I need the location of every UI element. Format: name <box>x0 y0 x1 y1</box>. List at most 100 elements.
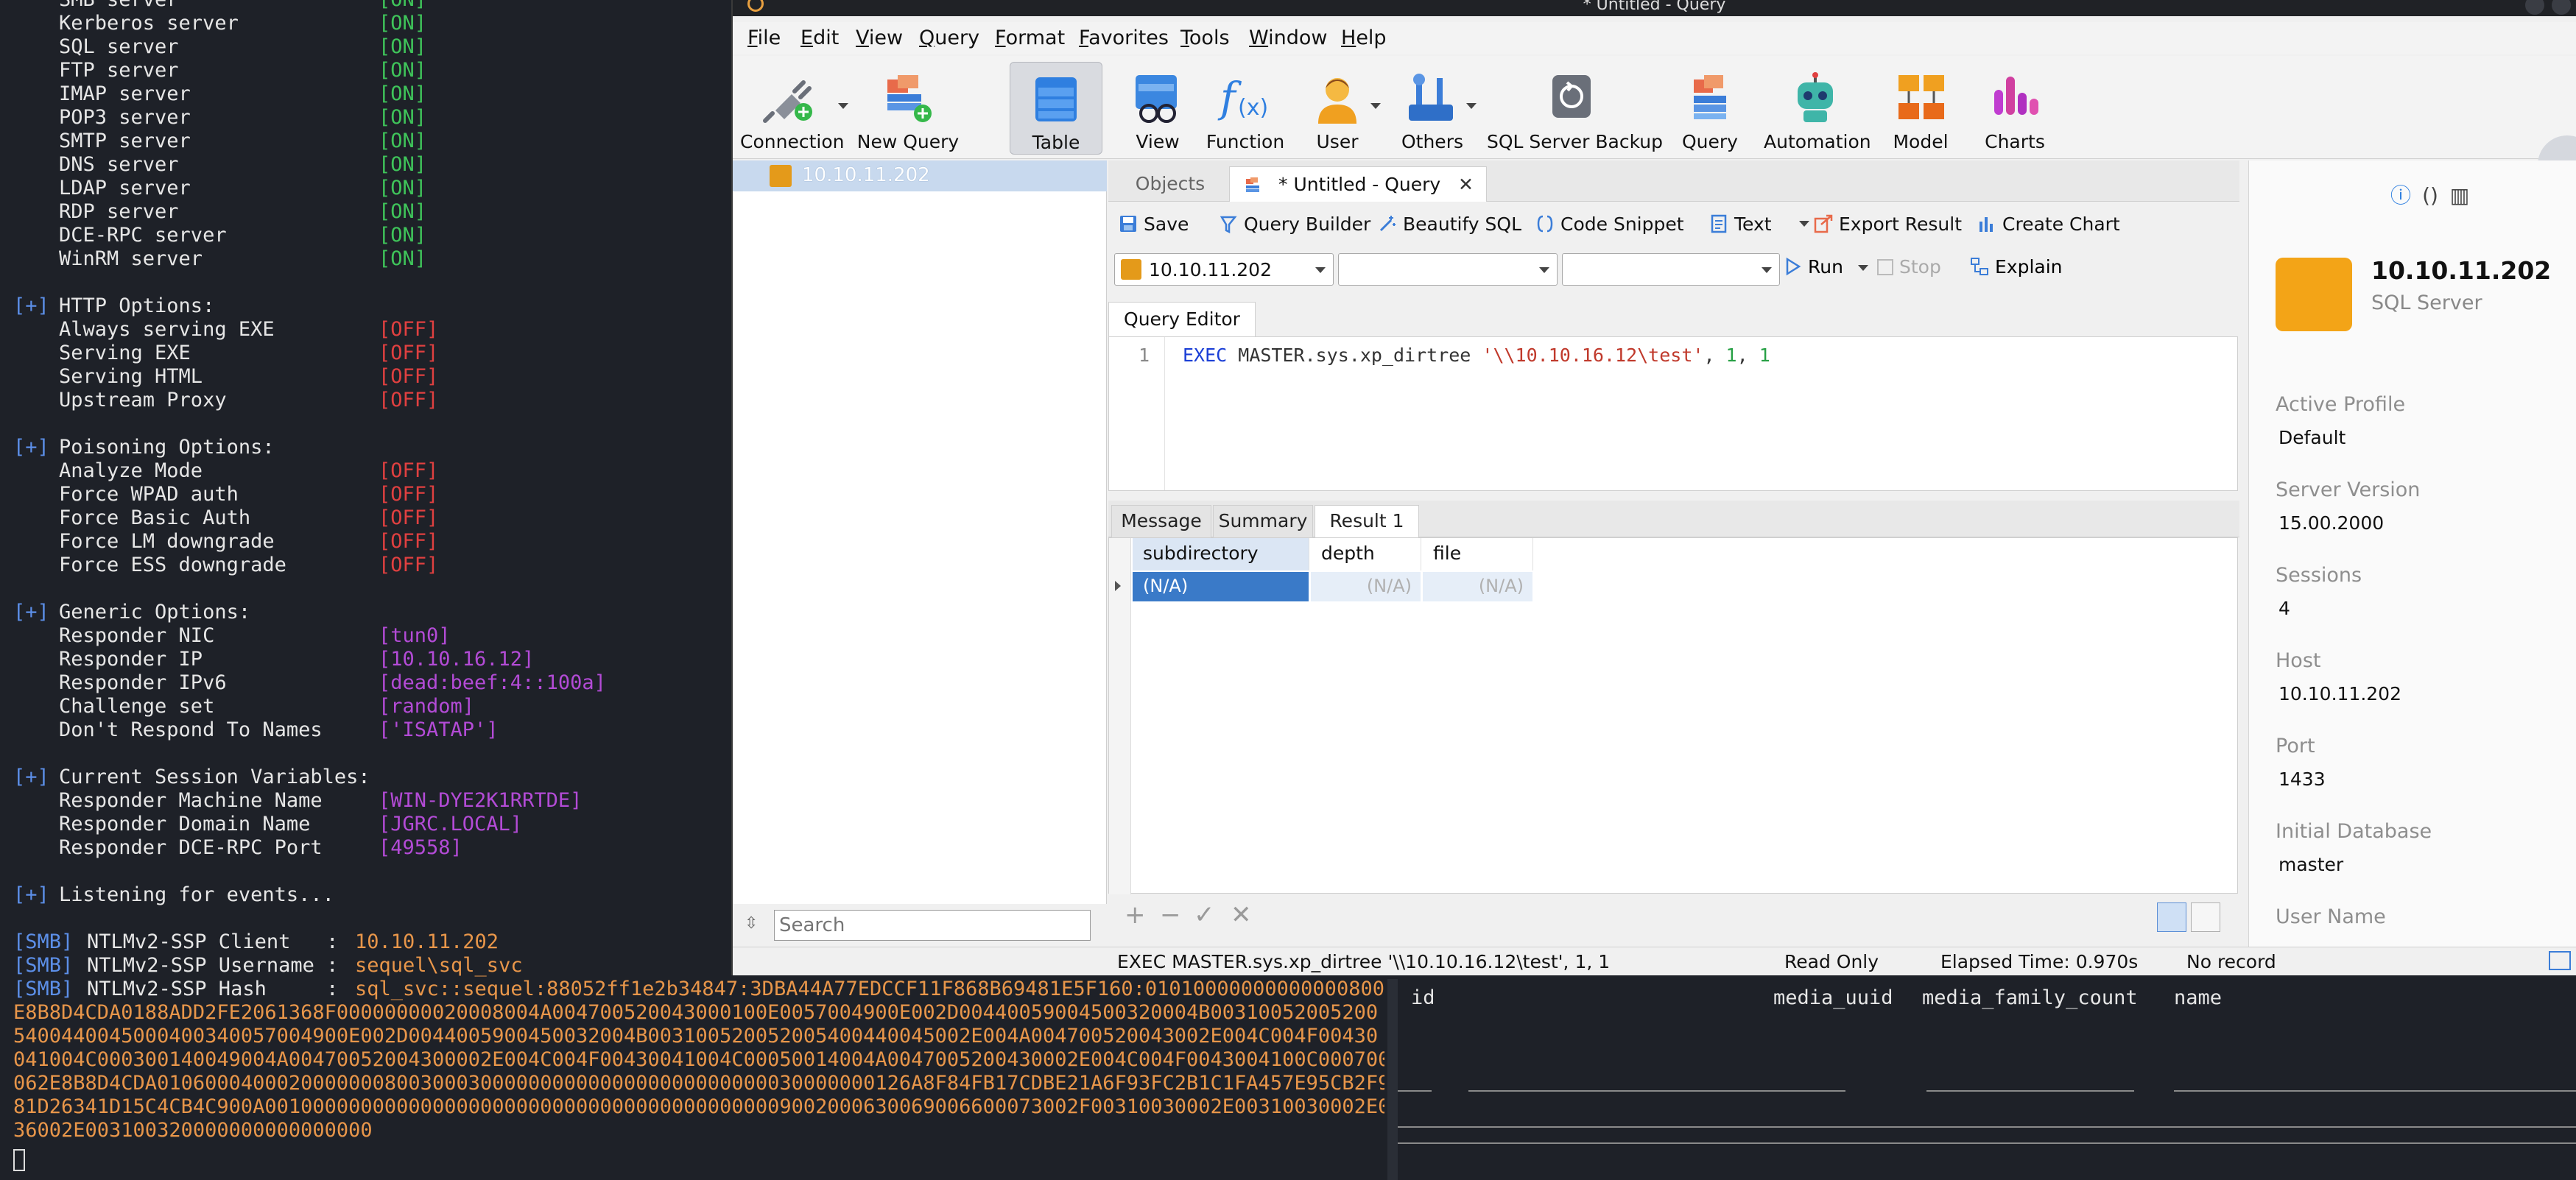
schema-select[interactable] <box>1562 253 1780 286</box>
explain-label: Explain <box>1995 256 2063 278</box>
tab-result-1[interactable]: Result 1 <box>1315 505 1419 539</box>
section-header: HTTP Options: <box>59 294 215 317</box>
view-button[interactable]: View <box>1117 62 1198 155</box>
tab-result-label: Result 1 <box>1329 510 1404 531</box>
title-bar[interactable]: * Untitled - Query <box>733 0 2576 16</box>
form-view-icon[interactable] <box>2191 902 2220 932</box>
explain-button[interactable]: Explain <box>1970 256 2063 278</box>
terminal-split-divider[interactable] <box>1387 979 1398 1180</box>
text-output-label: Text <box>1734 213 1772 235</box>
chevron-down-icon[interactable] <box>1370 103 1381 109</box>
option-state: [OFF] <box>379 459 439 482</box>
tab-objects[interactable]: Objects <box>1111 166 1229 202</box>
tree-item-connection[interactable]: 10.10.11.202 <box>733 160 1107 191</box>
service-state: [ON] <box>379 106 427 129</box>
tab-objects-label: Objects <box>1135 173 1206 194</box>
tab-untitled-query[interactable]: * Untitled - Query ✕ <box>1229 166 1487 202</box>
others-button[interactable]: Others <box>1388 62 1477 155</box>
backup-label: SQL Server Backup <box>1487 131 1663 152</box>
column-rule <box>1398 1090 1432 1092</box>
service-label: LDAP server <box>59 177 191 199</box>
ddl-icon[interactable]: () <box>2415 183 2445 208</box>
grid-cell-file[interactable]: (N/A) <box>1423 572 1533 601</box>
charts-button[interactable]: Charts <box>1974 62 2055 155</box>
service-state: [ON] <box>379 130 427 152</box>
menu-window[interactable]: Window <box>1249 27 1327 49</box>
service-state: [ON] <box>379 177 427 199</box>
tree-search-input[interactable] <box>774 910 1091 941</box>
filter-icon[interactable]: ⇳ <box>745 914 758 935</box>
stop-button[interactable]: Stop <box>1877 256 1941 278</box>
menu-favorites[interactable]: Favorites <box>1079 27 1169 49</box>
grid-cell-subdirectory[interactable]: (N/A) <box>1133 572 1309 601</box>
option-label: Analyze Mode <box>59 459 203 482</box>
connection-label: Connection <box>740 131 845 152</box>
automation-button[interactable]: Automation <box>1764 62 1871 155</box>
save-button[interactable]: Save <box>1119 213 1189 235</box>
sql-server-backup-button[interactable]: SQL Server Backup <box>1487 62 1663 155</box>
chevron-down-icon[interactable] <box>1799 221 1809 227</box>
ntlm-hash-value: 5400440045000400340057004900E002D0044005… <box>13 1025 1379 1047</box>
status-read-only: Read Only <box>1784 951 1879 972</box>
beautify-sql-button[interactable]: Beautify SQL <box>1378 213 1521 235</box>
table-button[interactable]: Table <box>1010 62 1102 155</box>
create-chart-button[interactable]: Create Chart <box>1977 213 2120 235</box>
username-value: sequel\sql_svc <box>355 954 523 977</box>
column-rule <box>2174 1090 2576 1092</box>
menu-tools[interactable]: Tools <box>1180 27 1230 49</box>
menu-format[interactable]: Format <box>995 27 1065 49</box>
text-output-button[interactable]: Text <box>1709 213 1772 235</box>
connection-select[interactable]: 10.10.11.202 <box>1114 253 1334 286</box>
ntlm-hash-value: 36002E003100320000000000000000 <box>13 1119 373 1142</box>
database-select[interactable] <box>1338 253 1558 286</box>
chevron-down-icon[interactable] <box>1858 265 1868 271</box>
tab-message[interactable]: Message <box>1111 505 1211 537</box>
add-record-icon[interactable]: + <box>1125 902 1146 928</box>
status-bar: EXEC MASTER.sys.xp_dirtree '\\10.10.16.1… <box>733 947 2576 975</box>
split-view-icon[interactable]: ▥ <box>2445 183 2474 208</box>
info-object-type: SQL Server <box>2371 292 2482 314</box>
menu-edit[interactable]: Edit <box>800 27 839 49</box>
close-window-button[interactable] <box>2552 0 2571 15</box>
menu-query[interactable]: Query <box>919 27 979 49</box>
magic-wand-icon <box>1379 216 1396 232</box>
query-button[interactable]: Query <box>1669 62 1750 155</box>
option-state: [OFF] <box>379 389 439 411</box>
sql-separator: , <box>1703 345 1726 366</box>
code-snippet-button[interactable]: Code Snippet <box>1535 213 1684 235</box>
chevron-down-icon[interactable] <box>838 103 848 109</box>
delete-record-icon[interactable]: − <box>1160 902 1181 928</box>
export-result-button[interactable]: Export Result <box>1814 213 1962 235</box>
close-icon[interactable]: ✕ <box>1458 167 1474 202</box>
sql-editor[interactable]: 1 EXEC MASTER.sys.xp_dirtree '\\10.10.16… <box>1108 336 2238 491</box>
menu-file[interactable]: File <box>747 27 781 49</box>
service-state: [ON] <box>379 82 427 105</box>
column-header-subdirectory[interactable]: subdirectory <box>1133 538 1309 570</box>
connection-button[interactable]: Connection <box>740 62 845 155</box>
user-button[interactable]: User <box>1297 62 1378 155</box>
menu-help[interactable]: Help <box>1341 27 1387 49</box>
info-icon[interactable]: ⓘ <box>2386 180 2415 209</box>
query-builder-button[interactable]: Query Builder <box>1219 213 1370 235</box>
chevron-down-icon[interactable] <box>1466 103 1477 109</box>
function-button[interactable]: f (x) Function <box>1204 62 1287 155</box>
plus-marker: [+] <box>13 766 49 788</box>
model-button[interactable]: Model <box>1880 62 1961 155</box>
robot-icon <box>1798 72 1833 122</box>
discard-changes-icon[interactable]: ✕ <box>1231 902 1252 928</box>
apply-changes-icon[interactable]: ✓ <box>1194 902 1215 928</box>
menu-view[interactable]: View <box>856 27 903 49</box>
tab-query-editor[interactable]: Query Editor <box>1108 302 1256 337</box>
grid-cell-depth[interactable]: (N/A) <box>1311 572 1421 601</box>
result-grid[interactable]: subdirectory depth file (N/A) (N/A) (N/A… <box>1108 537 2238 894</box>
column-header-depth[interactable]: depth <box>1311 538 1421 570</box>
new-query-button[interactable]: New Query <box>856 62 960 155</box>
tab-summary[interactable]: Summary <box>1213 505 1313 537</box>
minimize-button[interactable] <box>2525 0 2544 15</box>
column-header-file[interactable]: file <box>1423 538 1533 570</box>
run-button[interactable]: Run <box>1783 256 1843 278</box>
panel-toggle-icon[interactable] <box>2549 951 2571 970</box>
option-value: [10.10.16.12] <box>379 648 535 671</box>
grid-view-icon[interactable] <box>2157 902 2186 932</box>
tab-message-label: Message <box>1121 510 1202 531</box>
